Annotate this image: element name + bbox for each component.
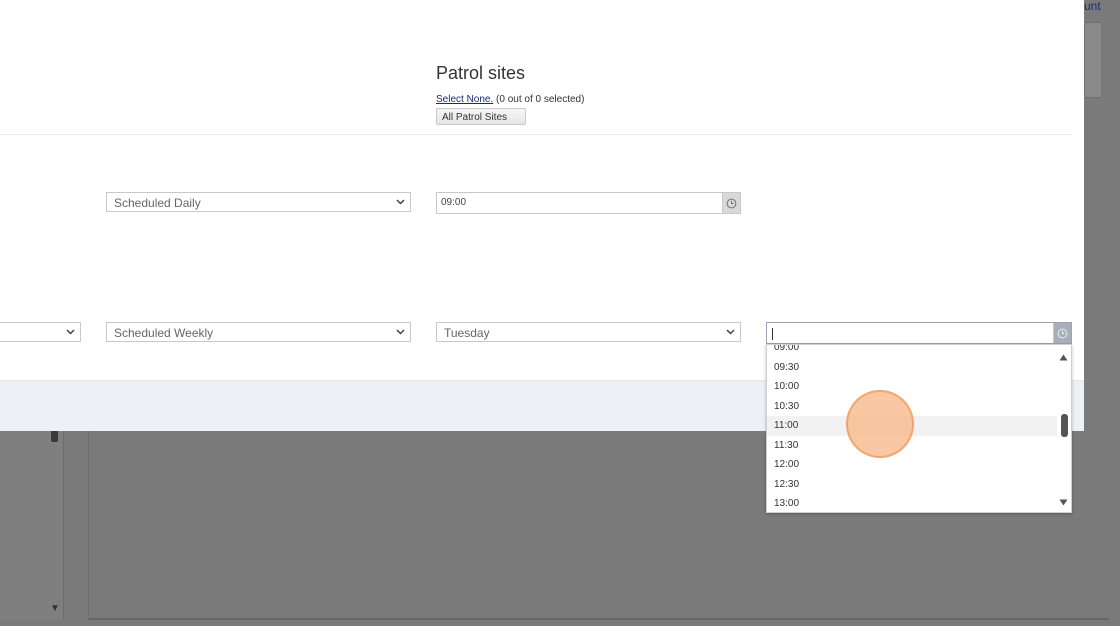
time-option[interactable]: 09:30 [767,358,1057,378]
chevron-down-icon [396,323,405,335]
background-account-link: unt [1084,0,1101,13]
weekday-value: Tuesday [444,326,490,340]
clock-icon[interactable] [722,193,740,213]
background-scroll-down-icon: ▼ [50,603,60,614]
selection-summary: Select None. (0 out of 0 selected) [436,94,584,106]
all-patrol-sites-button[interactable]: All Patrol Sites [436,108,527,125]
time-option[interactable]: 11:30 [767,436,1057,456]
time-option[interactable]: 12:30 [767,475,1057,495]
daily-schedule-select[interactable]: Scheduled Daily [106,192,411,212]
chevron-down-icon [396,193,405,205]
section-divider [0,134,1072,135]
daily-time-value: 09:00 [441,197,467,208]
scroll-up-icon[interactable] [1059,350,1068,364]
scroll-down-icon[interactable] [1059,495,1068,509]
weekday-select[interactable]: Tuesday [436,322,741,342]
chevron-down-icon [726,323,735,335]
clock-icon[interactable] [1053,323,1071,343]
chevron-down-icon [66,323,75,335]
weekly-schedule-value: Scheduled Weekly [114,326,214,340]
time-list-scrollbar[interactable] [1057,345,1071,512]
text-caret [772,328,773,340]
weekly-schedule-select[interactable]: Scheduled Weekly [106,322,411,342]
weekly-row-first-select[interactable] [0,322,81,342]
patrol-sites-title: Patrol sites [436,63,526,83]
daily-schedule-value: Scheduled Daily [114,196,201,210]
background-left-panel [0,430,64,620]
time-picker-list[interactable]: 09:00 09:30 10:00 10:30 11:00 11:30 12:0… [766,344,1072,513]
weekly-time-input[interactable] [766,322,1072,344]
selected-count: (0 out of 0 selected) [496,94,585,105]
select-none-link[interactable]: Select None. [436,94,493,105]
time-option[interactable]: 13:00 [767,494,1057,512]
time-option[interactable]: 10:00 [767,377,1057,397]
click-indicator [846,390,914,458]
scrollbar-thumb[interactable] [1061,414,1068,437]
time-option[interactable]: 12:00 [767,455,1057,475]
background-table-edge [1084,22,1101,98]
time-option[interactable]: 09:00 [767,345,1057,358]
daily-time-input[interactable]: 09:00 [436,192,741,214]
background-scrollbar-thumb [51,430,58,442]
